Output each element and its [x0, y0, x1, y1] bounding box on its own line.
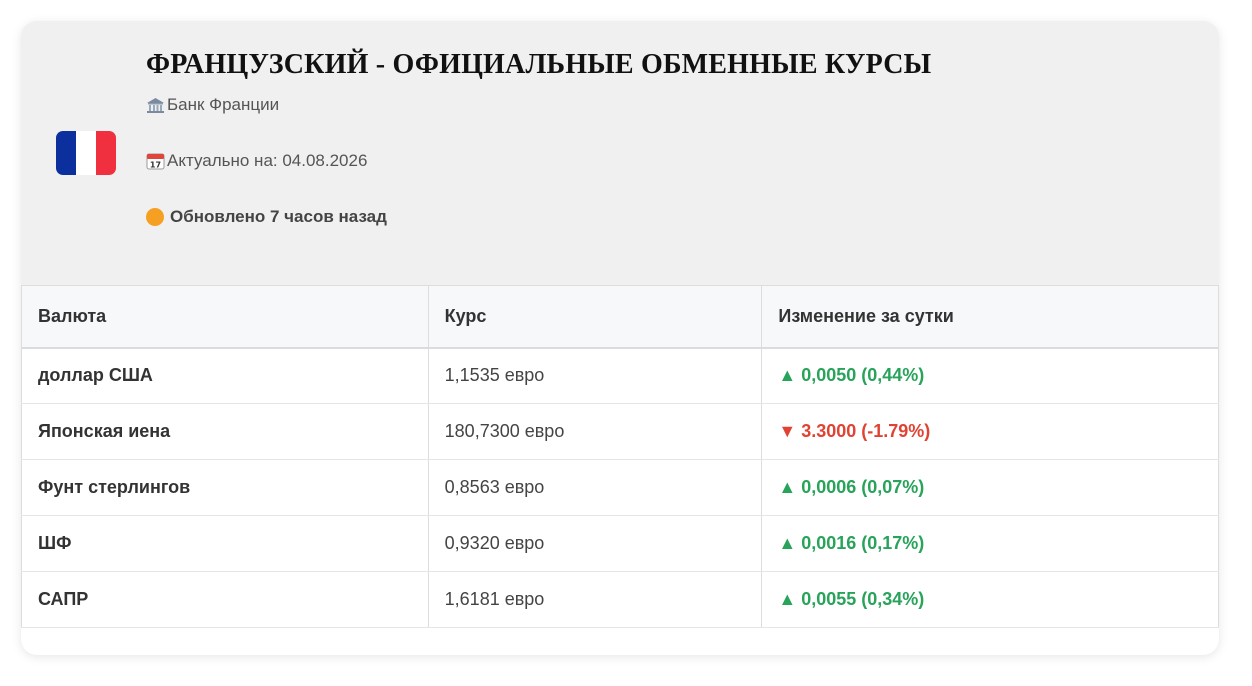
- table-row: САПР 1,6181 евро ▲ 0,0055 (0,34%): [21, 571, 1219, 628]
- column-header-currency: Валюта: [21, 285, 429, 349]
- currency-name: доллар США: [21, 347, 429, 404]
- currency-name: Фунт стерлингов: [21, 459, 429, 516]
- status-dot-icon: [146, 208, 164, 226]
- update-status: Обновлено 7 часов назад: [146, 207, 387, 227]
- exchange-rates-card: ФРАНЦУЗСКИЙ - ОФИЦИАЛЬНЫЕ ОБМЕННЫЕ КУРСЫ…: [21, 21, 1219, 655]
- currency-change: ▲ 0,0055 (0,34%): [761, 571, 1219, 628]
- page-title: ФРАНЦУЗСКИЙ - ОФИЦИАЛЬНЫЕ ОБМЕННЫЕ КУРСЫ: [146, 49, 932, 80]
- card-header: ФРАНЦУЗСКИЙ - ОФИЦИАЛЬНЫЕ ОБМЕННЫЕ КУРСЫ…: [21, 21, 1219, 285]
- currency-name: Японская иена: [21, 403, 429, 460]
- table-row: Японская иена 180,7300 евро ▼ 3.3000 (-1…: [21, 403, 1219, 460]
- update-status-text: Обновлено 7 часов назад: [170, 207, 387, 226]
- table-row: доллар США 1,1535 евро ▲ 0,0050 (0,44%): [21, 347, 1219, 404]
- currency-name: ШФ: [21, 515, 429, 572]
- svg-text:17: 17: [150, 161, 161, 170]
- currency-name: САПР: [21, 571, 429, 628]
- currency-rate: 1,6181 евро: [427, 571, 763, 628]
- currency-rate: 0,8563 евро: [427, 459, 763, 516]
- bank-name: Банк Франции: [167, 95, 280, 114]
- currency-change: ▲ 0,0050 (0,44%): [761, 347, 1219, 404]
- bank-info: Банк Франции: [146, 95, 279, 115]
- bank-icon: [147, 97, 164, 113]
- currency-change: ▼ 3.3000 (-1.79%): [761, 403, 1219, 460]
- column-header-change: Изменение за сутки: [761, 285, 1219, 349]
- table-header-row: Валюта Курс Изменение за сутки: [21, 285, 1219, 349]
- table-row: ШФ 0,9320 евро ▲ 0,0016 (0,17%): [21, 515, 1219, 572]
- currency-rate: 180,7300 евро: [427, 403, 763, 460]
- currency-rate: 0,9320 евро: [427, 515, 763, 572]
- currency-rate: 1,1535 евро: [427, 347, 763, 404]
- date-info: 17 Актуально на: 04.08.2026: [146, 151, 367, 171]
- column-header-rate: Курс: [427, 285, 763, 349]
- date-label: Актуально на: 04.08.2026: [167, 151, 368, 170]
- table-row: Фунт стерлингов 0,8563 евро ▲ 0,0006 (0,…: [21, 459, 1219, 516]
- currency-change: ▲ 0,0006 (0,07%): [761, 459, 1219, 516]
- calendar-icon: 17: [146, 153, 165, 170]
- france-flag-icon: [56, 131, 116, 175]
- rates-table: Валюта Курс Изменение за сутки доллар СШ…: [21, 285, 1219, 628]
- currency-change: ▲ 0,0016 (0,17%): [761, 515, 1219, 572]
